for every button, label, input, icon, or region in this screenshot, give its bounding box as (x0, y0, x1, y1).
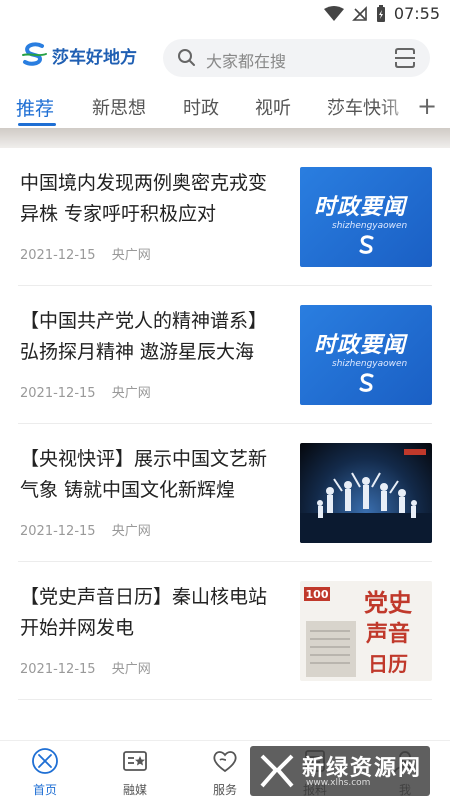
news-title: 中国境内发现两例奥密克戎变异株 专家呼吁积极应对 (20, 172, 268, 225)
wifi-icon (323, 5, 344, 21)
news-thumbnail (300, 443, 432, 543)
nav-label: 服务 (212, 783, 237, 797)
media-icon (123, 751, 147, 771)
thumb-title: 时政要闻 (314, 195, 407, 220)
status-time: 07:55 (393, 4, 440, 23)
watermark-logo-icon (260, 754, 294, 788)
nav-service[interactable]: 服务 (195, 747, 255, 798)
tab-politics[interactable]: 时政 (183, 94, 219, 120)
news-thumbnail: 时政要闻 shizhengyaowen (300, 167, 432, 267)
news-list: 中国境内发现两例奥密克戎变异株 专家呼吁积极应对 2021-12-15 央广网 … (0, 148, 450, 700)
svg-text:声音: 声音 (365, 621, 410, 647)
no-signal-icon (351, 5, 367, 21)
news-source: 央广网 (111, 386, 151, 401)
thumb-title: 时政要闻 (314, 333, 407, 358)
banner-strip (0, 128, 450, 148)
active-tab-indicator (18, 123, 56, 126)
news-thumbnail: 100 党史 声音 日历 (300, 581, 432, 681)
app-header: 莎车好地方 大家都在搜 (0, 30, 450, 86)
stage-performance-image (300, 449, 432, 543)
app-logo[interactable]: 莎车好地方 (20, 42, 137, 68)
news-item[interactable]: 【党史声音日历】秦山核电站开始并网发电 2021-12-15 央广网 100 党… (18, 562, 432, 700)
search-input[interactable]: 大家都在搜 (163, 39, 430, 77)
svg-text:100: 100 (306, 588, 329, 601)
news-date: 2021-12-15 (20, 662, 96, 677)
news-meta: 2021-12-15 央广网 (20, 658, 151, 677)
svg-text:日历: 日历 (368, 652, 408, 676)
tab-audiovisual[interactable]: 视听 (255, 94, 291, 120)
news-item[interactable]: 【中国共产党人的精神谱系】弘扬探月精神 遨游星辰大海 2021-12-15 央广… (18, 286, 432, 424)
news-item[interactable]: 中国境内发现两例奥密克戎变异株 专家呼吁积极应对 2021-12-15 央广网 … (18, 148, 432, 286)
news-title: 【央视快评】展示中国文艺新气象 铸就中国文化新辉煌 (20, 448, 268, 501)
status-icons: 07:55 (323, 4, 440, 23)
news-source: 央广网 (111, 248, 151, 263)
heart-service-icon (213, 751, 237, 773)
status-bar: 07:55 (0, 0, 450, 30)
thumb-logo-icon (359, 373, 374, 392)
thumb-logo-icon (359, 235, 374, 254)
watermark-url: www.xlhs.com (306, 778, 371, 788)
nav-media[interactable]: 融媒 (105, 747, 165, 798)
thumb-subtitle: shizhengyaowen (332, 221, 408, 231)
nav-label: 首页 (32, 783, 57, 797)
news-item[interactable]: 【央视快评】展示中国文艺新气象 铸就中国文化新辉煌 2021-12-15 央广网 (18, 424, 432, 562)
news-meta: 2021-12-15 央广网 (20, 382, 151, 401)
party-history-calendar-image: 100 党史 声音 日历 (304, 587, 413, 677)
news-title: 【中国共产党人的精神谱系】弘扬探月精神 遨游星辰大海 (20, 310, 268, 363)
scan-icon[interactable] (394, 47, 416, 69)
nav-label: 融媒 (122, 783, 147, 797)
news-date: 2021-12-15 (20, 248, 96, 263)
watermark-overlay: 新绿资源网 www.xlhs.com (250, 746, 430, 796)
news-date: 2021-12-15 (20, 386, 96, 401)
svg-text:党史: 党史 (364, 588, 413, 617)
add-channel-icon[interactable]: + (416, 92, 438, 120)
thumb-subtitle: shizhengyaowen (332, 359, 408, 369)
nav-home[interactable]: 首页 (15, 747, 75, 798)
news-date: 2021-12-15 (20, 524, 96, 539)
search-placeholder: 大家都在搜 (206, 52, 287, 71)
tab-recommend[interactable]: 推荐 (16, 94, 54, 121)
news-source: 央广网 (111, 662, 151, 677)
news-meta: 2021-12-15 央广网 (20, 244, 151, 263)
battery-icon (376, 4, 385, 22)
news-meta: 2021-12-15 央广网 (20, 520, 151, 539)
home-icon (32, 748, 58, 774)
search-icon (178, 49, 195, 66)
news-source: 央广网 (111, 524, 151, 539)
news-thumbnail: 时政要闻 shizhengyaowen (300, 305, 432, 405)
channel-tabs: 推荐 新思想 时政 视听 莎车快讯 + (0, 86, 450, 128)
news-title: 【党史声音日历】秦山核电站开始并网发电 (20, 586, 268, 639)
tab-new-thought[interactable]: 新思想 (92, 94, 146, 120)
app-name: 莎车好地方 (52, 47, 137, 68)
tabs-fade (380, 86, 420, 128)
shache-logo-icon (22, 42, 47, 66)
